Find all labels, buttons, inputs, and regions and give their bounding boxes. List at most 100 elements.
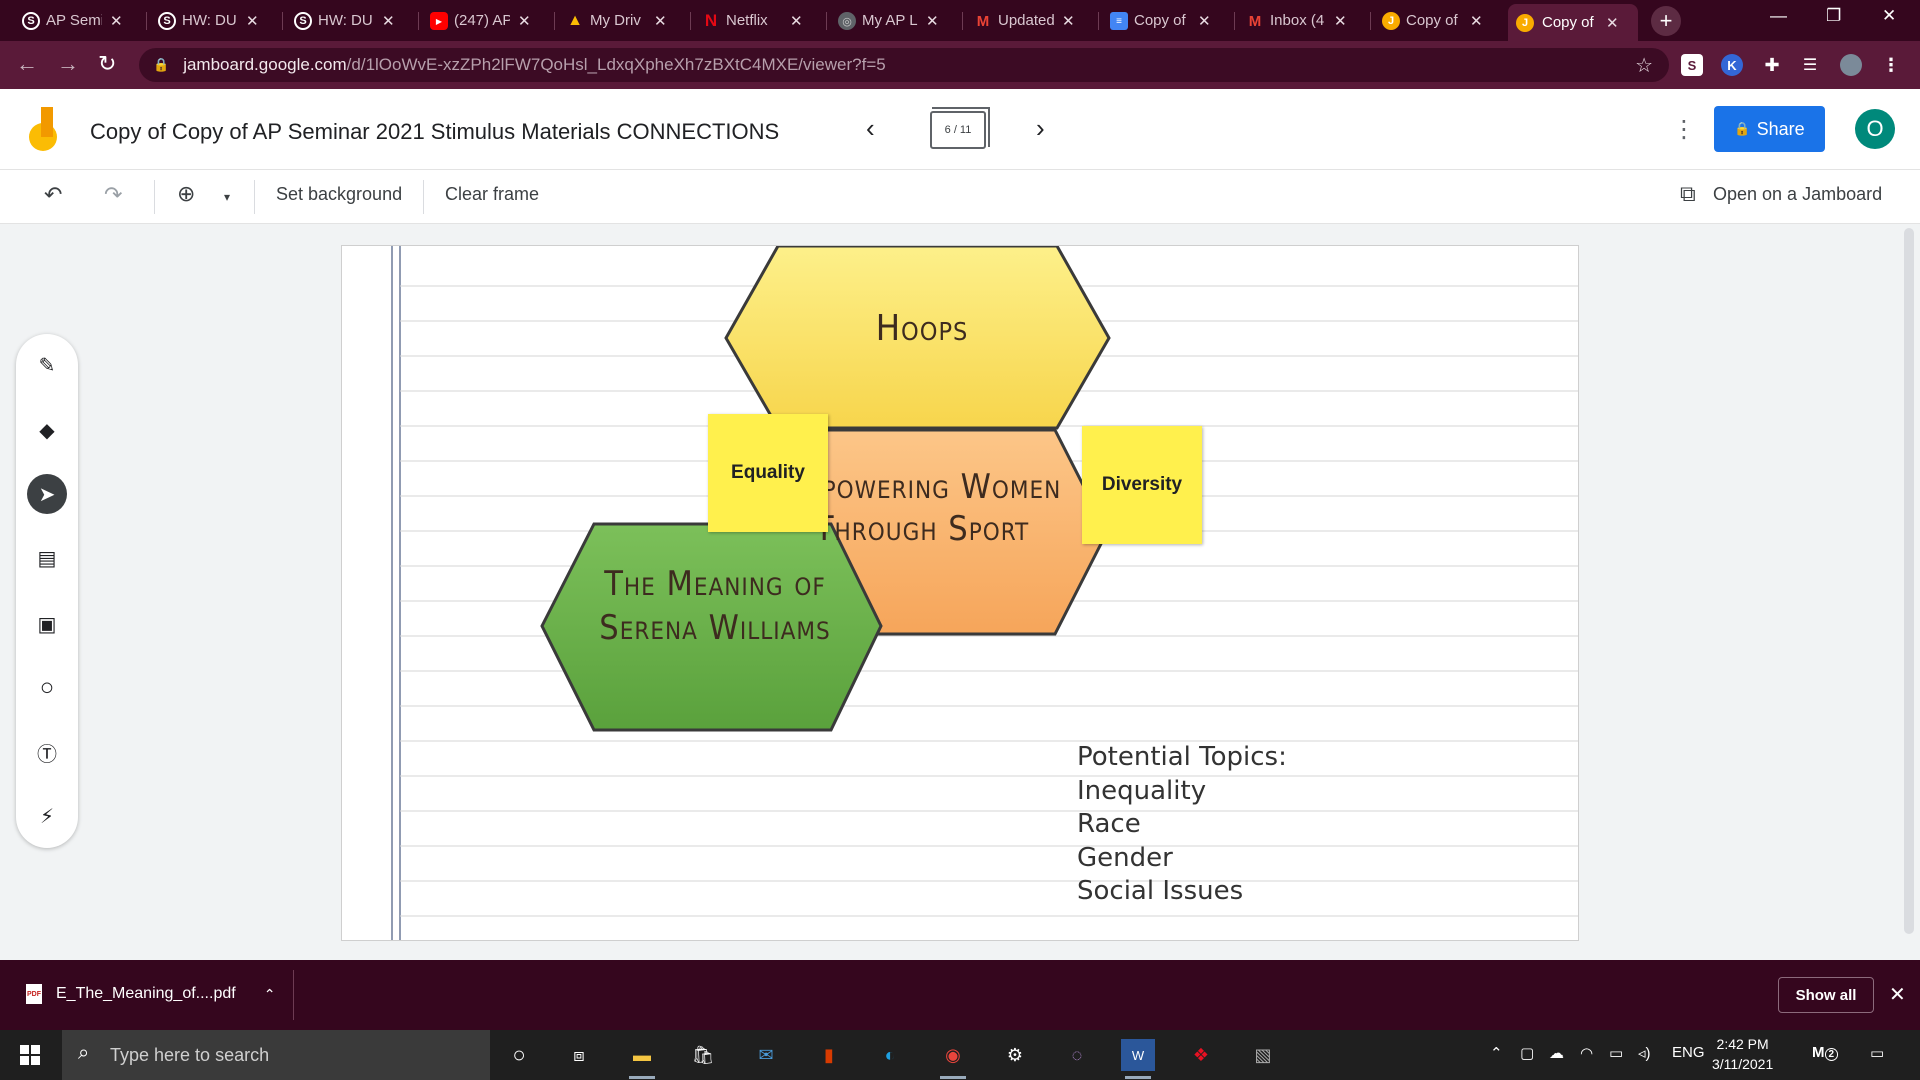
- document-title[interactable]: Copy of Copy of AP Seminar 2021 Stimulus…: [90, 119, 779, 145]
- store-icon[interactable]: 🛍: [686, 1039, 720, 1071]
- taskbar-search-input[interactable]: ⌕ Type here to search: [62, 1030, 490, 1080]
- close-icon[interactable]: ✕: [1062, 12, 1075, 30]
- close-icon[interactable]: ✕: [246, 12, 259, 30]
- previous-frame-icon[interactable]: ‹: [866, 113, 875, 144]
- media-icon[interactable]: ☰: [1799, 54, 1821, 76]
- sticky-note-equality[interactable]: Equality: [708, 414, 828, 532]
- browser-tab[interactable]: N Netflix ✕: [702, 6, 811, 35]
- chevron-down-icon[interactable]: ▾: [224, 190, 230, 204]
- mail-icon[interactable]: ✉: [749, 1039, 783, 1071]
- browser-tab[interactable]: ≡ Copy of ✕: [1110, 6, 1219, 35]
- browser-tab-active[interactable]: J Copy of ✕: [1508, 4, 1638, 41]
- puzzle-icon[interactable]: ✚: [1761, 54, 1783, 76]
- close-icon[interactable]: ✕: [926, 12, 939, 30]
- frame-bar-button[interactable]: 6 / 11: [930, 107, 990, 149]
- windows-taskbar: ⌕ Type here to search ○ ⧈ ▬ 🛍 ✉ ▮ ◐ ◉ ⚙ …: [0, 1030, 1920, 1080]
- profile-icon[interactable]: [1840, 54, 1862, 76]
- jam-frame[interactable]: Hoops Empowering Women Through Sport The…: [341, 245, 1579, 941]
- frame-indicator: 6 / 11: [944, 124, 972, 136]
- redo-icon[interactable]: ↷: [104, 182, 122, 208]
- app-icon[interactable]: ◌: [1060, 1039, 1094, 1071]
- close-icon[interactable]: ✕: [1889, 982, 1906, 1007]
- close-icon[interactable]: ✕: [1606, 14, 1619, 32]
- open-on-jamboard-button[interactable]: Open on a Jamboard: [1713, 184, 1882, 205]
- close-icon[interactable]: ✕: [518, 12, 531, 30]
- laser-icon[interactable]: ⚡: [27, 796, 67, 836]
- browser-tab[interactable]: J Copy of ✕: [1382, 6, 1491, 35]
- clock[interactable]: 2:42 PM 3/11/2021: [1712, 1034, 1773, 1074]
- windows-start-icon[interactable]: [20, 1045, 40, 1065]
- topics-heading: Potential Topics:: [1077, 742, 1287, 772]
- select-pointer-icon[interactable]: ➤: [27, 474, 67, 514]
- browser-tab[interactable]: M Inbox (4 ✕: [1246, 6, 1355, 35]
- url-input[interactable]: 🔒 jamboard.google.com /d/1lOoWvE-xzZPh2l…: [139, 48, 1669, 82]
- back-icon[interactable]: ←: [16, 51, 38, 77]
- hexagon-hoops-label: Hoops: [875, 308, 969, 349]
- close-icon[interactable]: ✕: [110, 12, 123, 30]
- browser-tab[interactable]: S AP Semi ✕: [22, 6, 131, 35]
- app-red-icon[interactable]: ❖: [1184, 1039, 1218, 1071]
- close-icon[interactable]: ✕: [1470, 12, 1483, 30]
- action-center-icon[interactable]: ▭: [1870, 1044, 1884, 1062]
- task-view-icon[interactable]: ⧈: [562, 1039, 596, 1071]
- eraser-icon[interactable]: ◆: [27, 410, 67, 450]
- close-icon[interactable]: ✕: [382, 12, 395, 30]
- chevron-up-icon[interactable]: ⌃: [264, 986, 276, 1003]
- sticky-note-text: Equality: [731, 462, 805, 483]
- app-gray-icon[interactable]: ▧: [1246, 1039, 1280, 1071]
- chrome-icon[interactable]: ◉: [936, 1039, 970, 1079]
- sticky-note-diversity[interactable]: Diversity: [1082, 426, 1202, 544]
- volume-icon[interactable]: ◃): [1638, 1044, 1651, 1062]
- edge-icon[interactable]: ◐: [873, 1039, 907, 1071]
- close-icon[interactable]: ✕: [1334, 12, 1347, 30]
- share-button[interactable]: 🔒 Share: [1714, 106, 1825, 152]
- word-icon[interactable]: W: [1121, 1039, 1155, 1079]
- avatar[interactable]: O: [1855, 109, 1895, 149]
- pen-icon[interactable]: ✎: [27, 345, 67, 385]
- vertical-scrollbar[interactable]: [1904, 228, 1914, 934]
- sticky-note-icon[interactable]: ▤: [27, 538, 67, 578]
- forward-icon[interactable]: →: [57, 51, 79, 77]
- browser-tab[interactable]: ▲ My Driv ✕: [566, 6, 675, 35]
- image-icon[interactable]: ▣: [27, 604, 67, 644]
- minimize-icon[interactable]: —: [1770, 6, 1787, 26]
- browser-tab[interactable]: ▶ (247) AP ✕: [430, 6, 539, 35]
- potential-topics-textbox[interactable]: Potential Topics: Inequality Race Gender…: [1077, 741, 1287, 909]
- extension-k-icon[interactable]: K: [1721, 54, 1743, 76]
- meet-now-icon[interactable]: ▢: [1520, 1044, 1534, 1062]
- close-icon[interactable]: ✕: [654, 12, 667, 30]
- battery-icon[interactable]: ▭: [1609, 1044, 1623, 1062]
- browser-tab[interactable]: S HW: DU ✕: [158, 6, 267, 35]
- zoom-icon[interactable]: ⊕: [177, 181, 195, 207]
- more-options-icon[interactable]: ⋮: [1672, 115, 1696, 144]
- next-frame-icon[interactable]: ›: [1036, 113, 1045, 144]
- bookmark-star-icon[interactable]: ☆: [1635, 53, 1653, 78]
- language-indicator[interactable]: ENG: [1672, 1044, 1705, 1061]
- browser-tab[interactable]: M Updated ✕: [974, 6, 1083, 35]
- close-icon[interactable]: ✕: [790, 12, 803, 30]
- onedrive-icon[interactable]: ☁: [1549, 1044, 1564, 1062]
- app-tray-icon[interactable]: M2: [1812, 1044, 1839, 1061]
- new-tab-button[interactable]: +: [1651, 6, 1681, 36]
- settings-icon[interactable]: ⚙: [998, 1039, 1032, 1071]
- browser-tab[interactable]: ◎ My AP L ✕: [838, 6, 947, 35]
- download-item[interactable]: PDF E_The_Meaning_of....pdf ⌃: [26, 984, 275, 1004]
- browser-tab[interactable]: S HW: DU ✕: [294, 6, 403, 35]
- restore-icon[interactable]: ❐: [1826, 6, 1841, 26]
- set-background-button[interactable]: Set background: [276, 184, 402, 205]
- undo-icon[interactable]: ↶: [44, 182, 62, 208]
- text-box-icon[interactable]: Ⓣ: [27, 732, 67, 772]
- close-icon[interactable]: ✕: [1198, 12, 1211, 30]
- chrome-menu-icon[interactable]: ⋮: [1880, 54, 1902, 76]
- wifi-icon[interactable]: ◠: [1580, 1044, 1593, 1062]
- clear-frame-button[interactable]: Clear frame: [445, 184, 539, 205]
- show-all-button[interactable]: Show all: [1778, 977, 1874, 1013]
- reload-icon[interactable]: ↻: [98, 51, 116, 77]
- cortana-icon[interactable]: ○: [502, 1039, 536, 1071]
- office-icon[interactable]: ▮: [812, 1039, 846, 1071]
- file-explorer-icon[interactable]: ▬: [625, 1039, 659, 1079]
- show-hidden-icons[interactable]: ⌃: [1490, 1044, 1503, 1062]
- extension-s-icon[interactable]: S: [1681, 54, 1703, 76]
- circle-shape-icon[interactable]: ○: [27, 668, 67, 708]
- window-close-icon[interactable]: ✕: [1882, 6, 1896, 26]
